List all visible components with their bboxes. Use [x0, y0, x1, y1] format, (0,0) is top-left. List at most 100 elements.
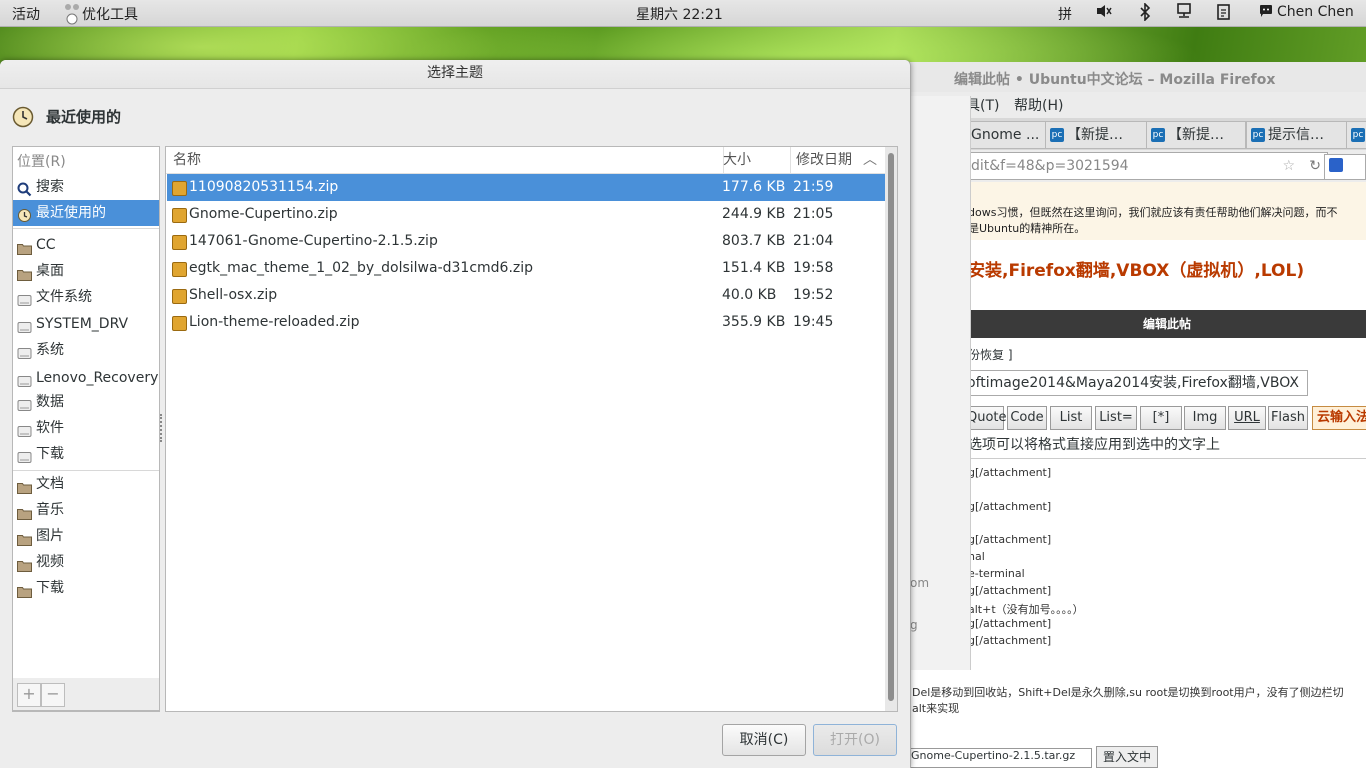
- input-method-indicator[interactable]: 拼: [1058, 4, 1072, 24]
- post-title: 安装,Firefox翻墙,VBOX（虚拟机）,LOL): [968, 261, 1305, 281]
- recent-clock-icon: [12, 106, 34, 128]
- zip-archive-icon: [172, 208, 187, 223]
- quote-button[interactable]: Quote: [966, 406, 1007, 430]
- insert-inline-button[interactable]: 置入文中: [1096, 746, 1158, 768]
- column-header-name[interactable]: 名称: [166, 147, 724, 174]
- clipboard-icon[interactable]: [1214, 3, 1234, 23]
- side-text: om: [910, 576, 930, 590]
- bluetooth-icon[interactable]: [1135, 2, 1155, 23]
- downloads-folder-icon: [17, 581, 32, 598]
- recent-icon: [17, 206, 32, 222]
- scrollbar-thumb[interactable]: [888, 153, 894, 701]
- drive-icon: [17, 447, 32, 463]
- firefox-page-content: dows习惯，但既然在这里询问，我们就应该有责任帮助他们解决问题，而不 是Ubu…: [910, 182, 1366, 768]
- place-data[interactable]: 数据: [13, 389, 159, 415]
- clock[interactable]: 星期六 22:21: [636, 4, 723, 24]
- add-bookmark-button[interactable]: +: [17, 683, 41, 707]
- drive-icon: [17, 290, 32, 306]
- place-documents[interactable]: 文档: [13, 471, 159, 497]
- editor-line: g[/attachment]: [968, 500, 1052, 513]
- zip-archive-icon: [172, 262, 187, 277]
- place-system-drv[interactable]: SYSTEM_DRV: [13, 311, 159, 337]
- editor-line: g[/attachment]: [968, 617, 1052, 630]
- url-bar[interactable]: dit&f=48&p=3021594 ☆ ↻: [968, 152, 1328, 180]
- search-engine-selector[interactable]: [1324, 154, 1366, 180]
- editor-line: g[/attachment]: [968, 533, 1052, 546]
- file-list-scrollbar[interactable]: [885, 146, 898, 712]
- column-header-size[interactable]: 大小: [717, 147, 791, 174]
- cloud-input-button[interactable]: 云输入法: [1312, 406, 1366, 430]
- editor-line: alt+t（没有加号。。。。）: [968, 603, 1084, 616]
- menu-help[interactable]: 帮助(H): [1014, 95, 1063, 115]
- place-lenovo-recovery[interactable]: Lenovo_Recovery: [13, 365, 159, 391]
- open-button[interactable]: 打开(O): [813, 724, 897, 756]
- file-row[interactable]: Shell-osx.zip 40.0 KB 19:52: [167, 282, 885, 309]
- img-button[interactable]: Img: [1184, 406, 1226, 430]
- network-icon[interactable]: [1174, 3, 1194, 23]
- list-item-button[interactable]: [*]: [1140, 406, 1182, 430]
- place-software[interactable]: 软件: [13, 415, 159, 441]
- places-toolbar: + −: [12, 678, 160, 711]
- user-menu[interactable]: Chen Chen: [1277, 4, 1354, 20]
- baidu-paw-icon: [1329, 158, 1343, 172]
- url-button[interactable]: URL: [1228, 406, 1266, 430]
- firefox-side-panel: om g: [910, 96, 971, 670]
- list-eq-button[interactable]: List=: [1095, 406, 1137, 430]
- place-download-drive[interactable]: 下载: [13, 441, 159, 467]
- desktop-folder-icon: [17, 264, 32, 281]
- attachment-file-field[interactable]: Gnome-Cupertino-2.1.5.tar.gz: [910, 748, 1092, 768]
- zip-archive-icon: [172, 181, 187, 196]
- videos-folder-icon: [17, 555, 32, 572]
- place-downloads[interactable]: 下载: [13, 575, 159, 601]
- editor-line: g[/attachment]: [968, 466, 1052, 479]
- zip-archive-icon: [172, 316, 187, 331]
- tab-gnome[interactable]: Gnome ...: [966, 121, 1048, 149]
- code-button[interactable]: Code: [1007, 406, 1047, 430]
- volume-icon[interactable]: [1094, 3, 1114, 23]
- place-home[interactable]: CC: [13, 232, 159, 258]
- forum-notice: dows习惯，但既然在这里询问，我们就应该有责任帮助他们解决问题，而不 是Ubu…: [968, 182, 1366, 240]
- app-menu[interactable]: 优化工具: [82, 4, 138, 24]
- place-filesystem[interactable]: 文件系统: [13, 284, 159, 310]
- tab-notice[interactable]: pc 提示信…: [1246, 121, 1348, 149]
- drive-icon: [17, 421, 32, 437]
- place-recent[interactable]: 最近使用的: [13, 200, 159, 226]
- file-row[interactable]: Lion-theme-reloaded.zip 355.9 KB 19:45: [167, 309, 885, 336]
- pictures-folder-icon: [17, 529, 32, 546]
- subject-input[interactable]: oftimage2014&Maya2014安装,Firefox翻墙,VBOX（虚: [966, 370, 1308, 396]
- forum-favicon-icon: pc: [1151, 128, 1165, 142]
- file-row[interactable]: Gnome-Cupertino.zip 244.9 KB 21:05: [167, 201, 885, 228]
- reload-icon[interactable]: ↻: [1309, 153, 1321, 179]
- drive-icon: [17, 343, 32, 359]
- editor-line: g[/attachment]: [968, 584, 1052, 597]
- flash-button[interactable]: Flash: [1268, 406, 1308, 430]
- zip-archive-icon: [172, 289, 187, 304]
- place-desktop[interactable]: 桌面: [13, 258, 159, 284]
- body-text-line: alt来实现: [912, 702, 960, 715]
- column-header-modified[interactable]: 修改日期 ︿: [791, 147, 889, 174]
- place-system[interactable]: 系统: [13, 337, 159, 363]
- tab-more[interactable]: pc: [1346, 121, 1366, 149]
- list-button[interactable]: List: [1050, 406, 1092, 430]
- menu-tools[interactable]: 具(T): [966, 95, 999, 115]
- places-sidebar: 位置(R) 搜索 最近使用的 CC 桌面 文件系统 SYSTEM_DRV 系统 …: [12, 146, 160, 712]
- tab-new-topic-1[interactable]: pc 【新提…: [1045, 121, 1147, 149]
- tab-new-topic-2[interactable]: pc 【新提…: [1146, 121, 1246, 149]
- file-row[interactable]: 147061-Gnome-Cupertino-2.1.5.zip 803.7 K…: [167, 228, 885, 255]
- place-pictures[interactable]: 图片: [13, 523, 159, 549]
- drive-icon: [17, 371, 32, 387]
- recover-link[interactable]: 份恢复 ]: [968, 346, 1013, 363]
- app-icon: [62, 1, 82, 29]
- file-row[interactable]: 11090820531154.zip 177.6 KB 21:59: [167, 174, 885, 201]
- bookmark-star-icon[interactable]: ☆: [1282, 153, 1295, 179]
- firefox-titlebar: 编辑此帖 • Ubuntu中文论坛 – Mozilla Firefox: [910, 62, 1366, 92]
- editor-header: 编辑此帖: [968, 310, 1366, 338]
- place-videos[interactable]: 视频: [13, 549, 159, 575]
- format-hint: 选项可以将格式直接应用到选中的文字上: [968, 437, 1220, 453]
- place-search[interactable]: 搜索: [13, 174, 159, 200]
- activities-button[interactable]: 活动: [12, 4, 40, 24]
- place-music[interactable]: 音乐: [13, 497, 159, 523]
- remove-bookmark-button[interactable]: −: [41, 683, 65, 707]
- cancel-button[interactable]: 取消(C): [722, 724, 806, 756]
- file-row[interactable]: egtk_mac_theme_1_02_by_dolsilwa-d31cmd6.…: [167, 255, 885, 282]
